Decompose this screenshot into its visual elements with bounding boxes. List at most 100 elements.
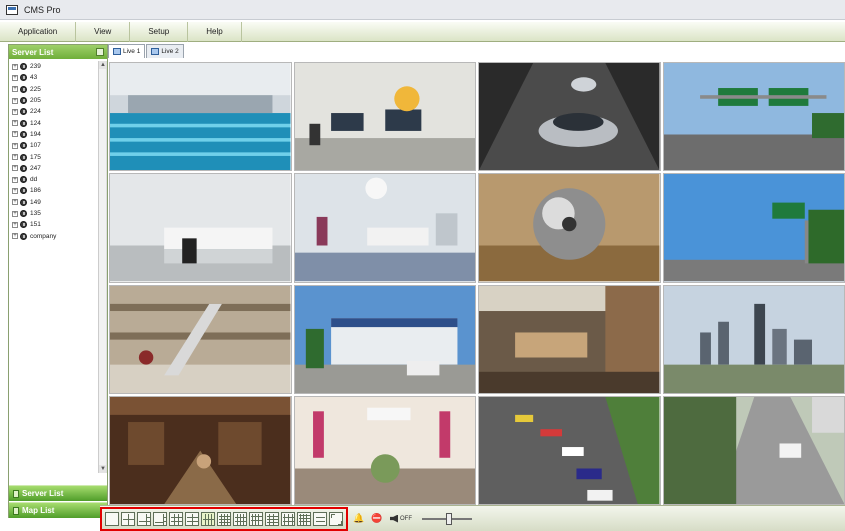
tree-item[interactable]: + company — [9, 230, 106, 241]
expand-icon[interactable]: + — [12, 97, 18, 104]
camera-view-chrome-sphere[interactable] — [478, 173, 661, 283]
layout-8-button[interactable] — [153, 511, 167, 526]
record-stop-icon[interactable]: ⛔ — [370, 512, 384, 526]
bottom-toolbar: 🔔 ⛔ OFF — [100, 505, 845, 531]
volume-slider[interactable] — [422, 512, 472, 526]
camera-view-office-lobby[interactable] — [478, 284, 661, 394]
map-list-icon — [13, 506, 19, 515]
layout-16-button[interactable] — [217, 511, 231, 526]
camera-view-macys-store[interactable] — [293, 395, 476, 505]
tree-scrollbar[interactable]: ▲ ▼ — [98, 61, 106, 473]
camera-view-freeway-exit[interactable] — [662, 173, 845, 283]
layout-10-button[interactable] — [185, 511, 199, 526]
dvr-icon — [20, 63, 27, 71]
layout-1-button[interactable] — [105, 511, 119, 526]
sequence-button[interactable] — [313, 511, 327, 526]
expand-icon[interactable]: + — [12, 120, 18, 127]
tree-item[interactable]: +224 — [9, 106, 106, 117]
camera-view-control-room[interactable] — [293, 62, 476, 172]
expand-icon[interactable]: + — [12, 165, 18, 172]
layout-36-button[interactable] — [281, 511, 295, 526]
tree-item-label: dd — [30, 176, 38, 184]
layout-13-button[interactable] — [201, 511, 215, 526]
tree-item[interactable]: +107 — [9, 140, 106, 151]
scroll-up-icon[interactable]: ▲ — [99, 61, 106, 69]
tree-item[interactable]: +239 — [9, 61, 106, 72]
tree-item[interactable]: +205 — [9, 95, 106, 106]
map-list-button[interactable]: Map List — [9, 502, 107, 518]
camera-view-laboratory[interactable] — [109, 173, 292, 283]
camera-view-highway-sign[interactable] — [662, 62, 845, 172]
tree-item-label: 194 — [30, 130, 41, 138]
menu-view[interactable]: View — [76, 21, 131, 42]
tree-item[interactable]: +124 — [9, 117, 106, 128]
expand-icon[interactable]: + — [12, 86, 18, 93]
expand-icon[interactable]: + — [12, 210, 18, 217]
expand-icon[interactable]: + — [12, 74, 18, 81]
expand-icon[interactable]: + — [12, 199, 18, 206]
alarm-icon[interactable]: 🔔 — [352, 512, 366, 526]
expand-icon[interactable]: + — [12, 131, 18, 138]
layout-64-button[interactable] — [297, 511, 311, 526]
tree-item[interactable]: +247 — [9, 163, 106, 174]
tree-item-label: 186 — [30, 187, 41, 195]
tree-item[interactable]: +225 — [9, 84, 106, 95]
layout-4-button[interactable] — [121, 511, 135, 526]
dvr-icon — [20, 210, 27, 217]
expand-icon[interactable]: + — [12, 154, 18, 161]
tree-item[interactable]: +194 — [9, 129, 106, 140]
fullscreen-button[interactable] — [329, 511, 343, 526]
tab-live-2[interactable]: Live 2 — [146, 44, 184, 58]
server-tree: +239 +43 +225 +205 +224 +124 +194 +107 +… — [9, 61, 107, 473]
tree-item[interactable]: +175 — [9, 151, 106, 162]
tree-item[interactable]: +186 — [9, 185, 106, 196]
camera-view-restaurant[interactable] — [109, 395, 292, 505]
dvr-icon — [20, 85, 27, 93]
camera-view-city-building[interactable] — [293, 284, 476, 394]
monitor-icon — [151, 48, 160, 55]
expand-icon[interactable]: + — [12, 108, 18, 115]
camera-view-indoor-pool[interactable] — [109, 62, 292, 172]
dvr-icon — [20, 164, 27, 172]
camera-view-race-track[interactable] — [478, 395, 661, 505]
menu-help[interactable]: Help — [188, 21, 242, 42]
layout-6-button[interactable] — [137, 511, 151, 526]
tree-item[interactable]: + dd — [9, 174, 106, 185]
camera-view-city-skyline[interactable] — [662, 284, 845, 394]
layout-9-button[interactable] — [169, 511, 183, 526]
layout-20-button[interactable] — [233, 511, 247, 526]
scroll-down-icon[interactable]: ▼ — [99, 465, 106, 473]
camera-view-shopping-mall[interactable] — [109, 284, 292, 394]
expand-icon[interactable]: + — [12, 221, 18, 228]
expand-icon[interactable]: + — [12, 187, 18, 194]
volume-thumb[interactable] — [446, 512, 452, 525]
tree-item-label: 124 — [30, 119, 41, 127]
audio-toggle[interactable]: OFF — [390, 514, 412, 523]
server-list-button[interactable]: Server List — [9, 485, 107, 501]
layout-32-button[interactable] — [265, 511, 279, 526]
menu-application[interactable]: Application — [0, 21, 77, 42]
tree-item-label: 135 — [30, 210, 41, 217]
tree-item[interactable]: +151 — [9, 219, 106, 230]
camera-view-sports-car[interactable] — [478, 62, 661, 172]
dvr-icon — [20, 142, 27, 150]
expand-icon[interactable]: + — [12, 233, 18, 240]
tree-item-label: 149 — [30, 198, 41, 206]
dvr-icon — [20, 130, 27, 138]
camera-view-hospital-room[interactable] — [293, 173, 476, 283]
tab-live-1[interactable]: Live 1 — [108, 44, 146, 58]
monitor-icon — [113, 48, 121, 55]
pin-icon[interactable] — [96, 48, 104, 56]
expand-icon[interactable]: + — [12, 176, 18, 183]
camera-view-parking-road[interactable] — [662, 395, 845, 505]
tree-item[interactable]: +43 — [9, 72, 106, 83]
expand-icon[interactable]: + — [12, 142, 18, 149]
layout-25-button[interactable] — [249, 511, 263, 526]
tree-item-label: company — [30, 232, 57, 240]
map-list-label: Map List — [22, 506, 55, 515]
tree-item[interactable]: +135 — [9, 208, 106, 219]
menu-setup[interactable]: Setup — [130, 21, 189, 42]
tree-item-label: 239 — [30, 63, 41, 71]
tree-item[interactable]: +149 — [9, 197, 106, 208]
expand-icon[interactable]: + — [12, 63, 18, 70]
